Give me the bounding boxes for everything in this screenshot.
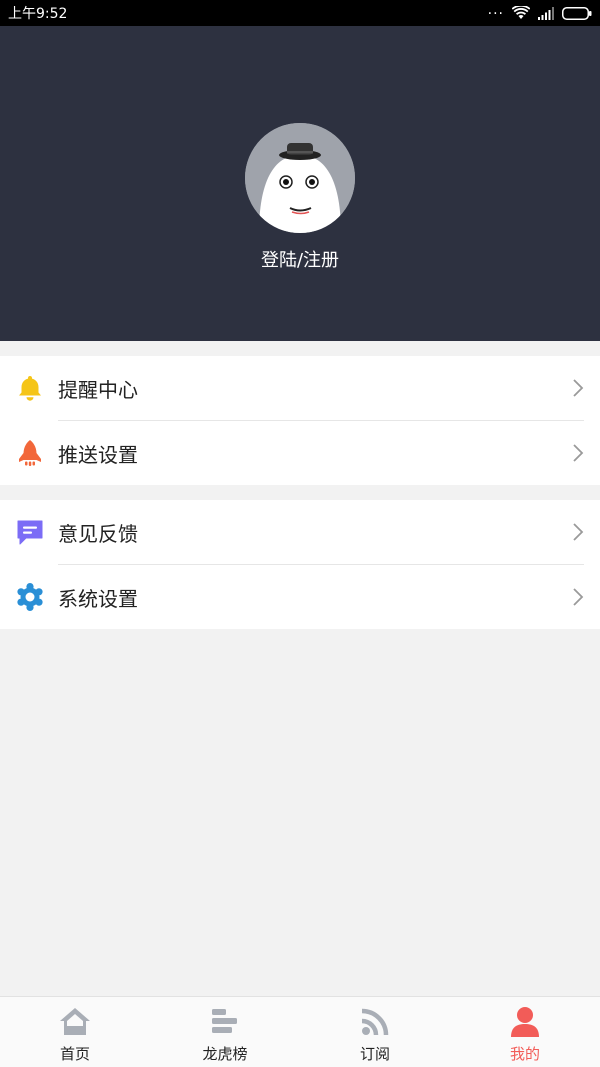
tab-ranking[interactable]: 龙虎榜: [150, 997, 300, 1067]
tab-home[interactable]: 首页: [0, 997, 150, 1067]
menu-item-label: 推送设置: [58, 442, 138, 467]
ranking-icon: [212, 1009, 237, 1033]
menu-item-push-settings[interactable]: 推送设置: [0, 421, 600, 485]
wifi-icon: [512, 6, 530, 19]
profile-header: 登陆/注册: [0, 26, 600, 341]
user-icon: [511, 1007, 539, 1037]
status-time: 上午9:52: [8, 6, 68, 22]
tab-label: 我的: [509, 1045, 540, 1063]
tab-mine[interactable]: 我的: [450, 997, 600, 1067]
menu-item-system-settings[interactable]: 系统设置: [0, 565, 600, 629]
menu-item-reminder-center[interactable]: 提醒中心: [0, 356, 600, 420]
status-bar: 上午9:52 ...: [0, 0, 600, 26]
gear-icon: [17, 583, 43, 611]
rocket-icon: [19, 440, 41, 466]
login-register-link[interactable]: 登陆/注册: [0, 246, 600, 272]
signal-icon: [538, 6, 554, 20]
chevron-right-icon: [573, 588, 584, 606]
tab-label: 首页: [59, 1045, 90, 1063]
chevron-right-icon: [573, 523, 584, 541]
menu-item-label: 系统设置: [58, 586, 138, 611]
home-icon: [60, 1008, 90, 1035]
battery-icon: [562, 6, 592, 20]
tab-label: 龙虎榜: [202, 1045, 248, 1063]
menu-group-notifications: 提醒中心 推送设置: [0, 356, 600, 485]
menu-item-label: 意见反馈: [58, 521, 138, 546]
menu-item-label: 提醒中心: [58, 377, 138, 402]
chevron-right-icon: [573, 444, 584, 462]
avatar-mascot-icon: [245, 123, 355, 233]
chevron-right-icon: [573, 379, 584, 397]
bell-icon: [19, 376, 41, 401]
avatar[interactable]: [245, 123, 355, 233]
status-icons: ...: [487, 2, 592, 20]
tab-subscribe[interactable]: 订阅: [300, 997, 450, 1067]
feedback-icon: [17, 520, 43, 545]
tab-label: 订阅: [359, 1045, 390, 1063]
menu-group-settings: 意见反馈 系统设置: [0, 500, 600, 629]
more-dots: ...: [487, 2, 504, 18]
bottom-tab-bar: 首页 龙虎榜 订阅 我的: [0, 996, 600, 1067]
rss-icon: [361, 1008, 389, 1036]
menu-item-feedback[interactable]: 意见反馈: [0, 500, 600, 564]
